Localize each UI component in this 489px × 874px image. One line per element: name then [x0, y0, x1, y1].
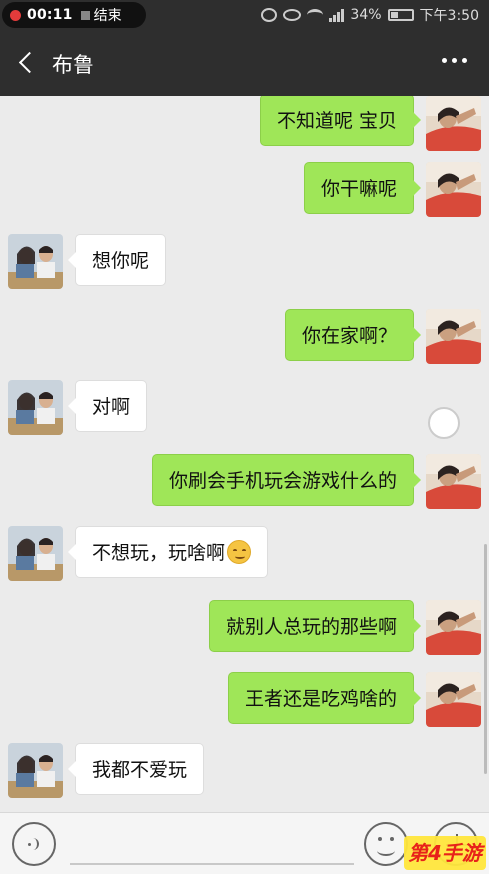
message-input[interactable]	[70, 823, 354, 865]
screen-recording-pill[interactable]: 00:11 结束	[2, 2, 146, 28]
signal-icon	[329, 8, 345, 22]
record-dot-icon	[10, 9, 21, 21]
my-message-bubble[interactable]: 你干嘛呢	[303, 162, 422, 214]
contact-message-bubble[interactable]: 我都不爱玩	[67, 743, 205, 795]
my-avatar[interactable]	[426, 162, 481, 217]
status-icons: 34% 下午3:50	[261, 0, 479, 30]
stop-square-icon	[80, 10, 90, 20]
blush-smile-emoji-icon	[227, 539, 252, 564]
emoji-icon[interactable]	[364, 822, 408, 866]
my-message-bubble[interactable]: 你刷会手机玩会游戏什么的	[151, 454, 422, 506]
voice-icon[interactable]	[12, 822, 56, 866]
chat-title: 布鲁	[52, 53, 94, 77]
chat-message-list[interactable]: 不知道呢 宝贝 你干嘛呢 想你呢 你在家啊？ 对啊 你刷会手机玩会游戏什么的 不…	[0, 96, 489, 812]
eye-icon	[283, 9, 302, 21]
wifi-icon	[307, 9, 324, 21]
contact-message-bubble[interactable]: 对啊	[67, 380, 148, 432]
contact-avatar[interactable]	[8, 234, 63, 289]
battery-percent: 34%	[350, 7, 382, 23]
my-avatar[interactable]	[426, 309, 481, 364]
more-dots-icon[interactable]	[442, 58, 467, 63]
contact-avatar[interactable]	[8, 526, 63, 581]
my-avatar[interactable]	[426, 672, 481, 727]
my-avatar[interactable]	[426, 96, 481, 151]
status-bar: 00:11 结束 34% 下午3:50	[0, 0, 489, 30]
battery-icon	[387, 9, 414, 21]
back-arrow-icon[interactable]	[16, 50, 40, 76]
site-watermark: 第4手游	[404, 836, 486, 870]
contact-avatar[interactable]	[8, 743, 63, 798]
floating-assistive-button[interactable]	[428, 407, 460, 439]
my-message-bubble[interactable]: 你在家啊？	[284, 309, 422, 361]
contact-message-bubble[interactable]: 想你呢	[67, 234, 167, 286]
recording-end-button[interactable]: 结束	[94, 5, 122, 25]
recording-time: 00:11	[27, 7, 73, 23]
my-message-bubble[interactable]: 王者还是吃鸡啥的	[227, 672, 422, 724]
chat-header: 布鲁	[0, 30, 489, 96]
my-avatar[interactable]	[426, 600, 481, 655]
chat-scrollbar[interactable]	[484, 544, 487, 774]
my-message-bubble[interactable]: 就别人总玩的那些啊	[208, 600, 422, 652]
message-text: 不想玩，玩啥啊	[92, 542, 226, 564]
clock: 下午3:50	[419, 8, 479, 24]
my-message-bubble[interactable]: 不知道呢 宝贝	[259, 96, 422, 146]
my-avatar[interactable]	[426, 454, 481, 509]
contact-message-bubble[interactable]: 不想玩，玩啥啊	[67, 526, 269, 578]
alarm-icon	[261, 8, 278, 22]
contact-avatar[interactable]	[8, 380, 63, 435]
